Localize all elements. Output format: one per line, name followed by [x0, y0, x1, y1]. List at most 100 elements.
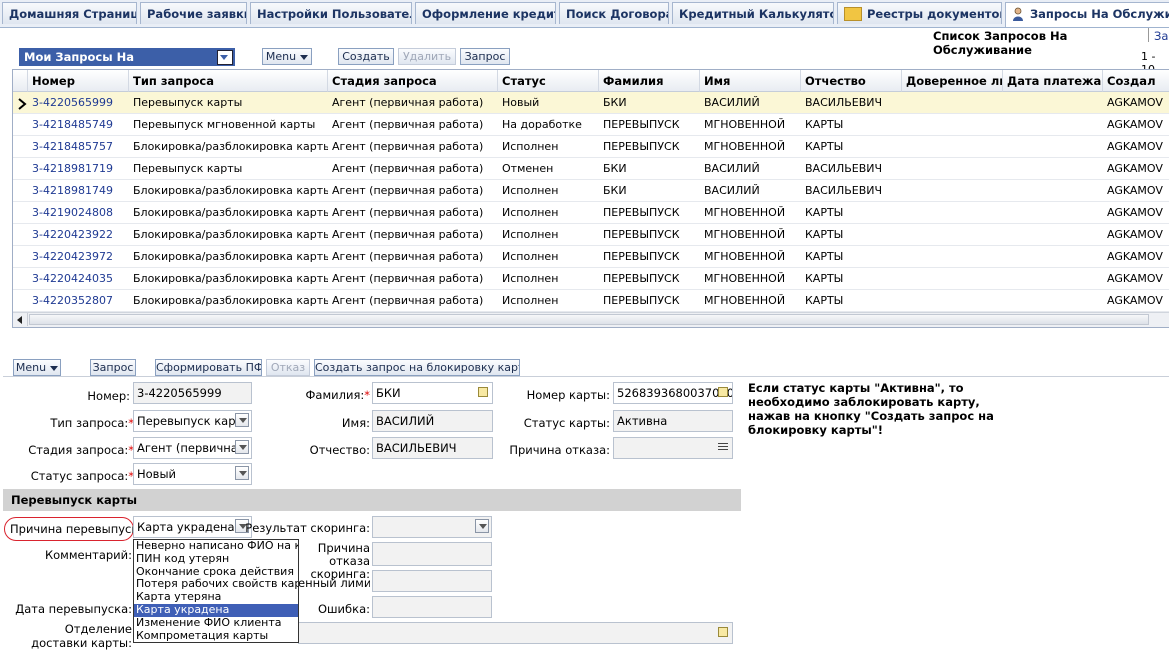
number-field[interactable]: 3-4220565999	[133, 382, 252, 404]
table-row[interactable]: 3-4219024808 Блокировка/разблокировка кар…	[13, 202, 1169, 224]
card-status-field[interactable]: Активна	[613, 410, 733, 432]
request-number-link[interactable]: 3-4220424035	[28, 268, 129, 289]
table-row[interactable]: 3-4220565999 Перевыпуск карты Агент (перви…	[13, 92, 1169, 114]
query-button[interactable]: Запрос	[460, 48, 510, 65]
delivery-branch-field[interactable]	[298, 622, 733, 644]
chevron-down-icon	[235, 466, 249, 480]
table-cell	[1003, 290, 1103, 311]
tab-label: Настройки Пользователя	[257, 7, 412, 21]
scoring-result-label: Результат скоринга:	[245, 521, 370, 535]
create-block-request-button[interactable]: Создать запрос на блокировку карты	[314, 359, 520, 376]
tab-credit-calculator[interactable]: Кредитный Калькулятор	[672, 2, 834, 24]
list-icon[interactable]	[718, 443, 728, 452]
request-number-link[interactable]: 3-4219024808	[28, 202, 129, 223]
instruction-note: Если статус карты "Активна", то необходи…	[748, 381, 994, 437]
card-number-field[interactable]: 5268393680037020	[613, 382, 733, 404]
tab-user-settings[interactable]: Настройки Пользователя	[250, 2, 412, 24]
reject-button[interactable]: Отказ	[266, 359, 310, 376]
table-cell	[902, 224, 1003, 245]
table-cell: AGKAMOV	[1107, 250, 1163, 263]
table-cell: Агент (первичная работа)	[332, 250, 484, 263]
request-number-link[interactable]: 3-4218485757	[28, 136, 129, 157]
table-cell: ПЕРЕВЫПУСК	[603, 272, 680, 285]
scoring-result-select[interactable]	[372, 516, 492, 538]
request-number-link[interactable]: 3-4220352807	[28, 290, 129, 311]
request-number-link[interactable]: 3-4218981719	[28, 158, 129, 179]
create-button[interactable]: Создать	[338, 48, 394, 65]
table-row[interactable]: 3-4218981719 Перевыпуск карты Агент (перви…	[13, 158, 1169, 180]
table-cell: Блокировка/разблокировка карты	[133, 272, 328, 285]
header-lastname[interactable]: Фамилия	[599, 70, 700, 92]
dropdown-option[interactable]: ПИН код утерян	[134, 553, 298, 566]
dropdown-option[interactable]: Карта утеряна	[134, 591, 298, 604]
header-number[interactable]: Номер	[28, 70, 129, 92]
dropdown-option[interactable]: Неверно написано ФИО на карте	[134, 540, 298, 553]
header-stage[interactable]: Стадия запроса	[328, 70, 498, 92]
view-select[interactable]: Мои Запросы На Обслуживание	[19, 48, 235, 66]
patronymic-field[interactable]: ВАСИЛЬЕВИЧ	[372, 437, 493, 459]
horizontal-scrollbar[interactable]	[13, 312, 1169, 327]
form-menu-button[interactable]: Menu	[13, 359, 61, 376]
request-number-link[interactable]: 3-4220565999	[28, 92, 129, 113]
header-trustee[interactable]: Доверенное лиц	[902, 70, 1003, 92]
tab-work-requests[interactable]: Рабочие заявки	[140, 2, 247, 24]
picker-icon[interactable]	[718, 387, 728, 397]
dropdown-option[interactable]: Окончание срока действия	[134, 566, 298, 579]
scroll-left-icon[interactable]	[13, 313, 28, 326]
status-label-text: Статус запроса:	[30, 469, 129, 483]
scoring-reject-field[interactable]	[372, 542, 492, 566]
dropdown-option[interactable]: Изменение ФИО клиента	[134, 617, 298, 630]
tab-service-requests[interactable]: Запросы На Обслуживание	[1005, 2, 1169, 27]
dropdown-option[interactable]: Компрометация карты	[134, 630, 298, 642]
table-row[interactable]: 3-4220352807 Блокировка/разблокировка кар…	[13, 290, 1169, 312]
tab-contract-search[interactable]: Поиск Договора	[559, 2, 669, 24]
table-row[interactable]: 3-4220423922 Блокировка/разблокировка кар…	[13, 224, 1169, 246]
tab-home[interactable]: Домашняя Страница	[2, 2, 137, 24]
tab-document-registers[interactable]: Реестры документов	[837, 2, 1002, 24]
menu-button[interactable]: Menu	[262, 48, 312, 65]
tab-credit[interactable]: Оформление кредита	[415, 2, 556, 24]
firstname-field[interactable]: ВАСИЛИЙ	[372, 410, 493, 432]
scroll-thumb[interactable]	[29, 314, 1149, 325]
picker-icon[interactable]	[718, 627, 728, 637]
type-select[interactable]: Перевыпуск карть	[133, 410, 252, 432]
table-cell: БКИ	[603, 184, 627, 197]
request-number-link[interactable]: 3-4220423972	[28, 246, 129, 267]
dropdown-option[interactable]: Потеря рабочих свойств карты	[134, 578, 298, 591]
request-number-link[interactable]: 3-4220423922	[28, 224, 129, 245]
request-number-link[interactable]: 3-4218485749	[28, 114, 129, 135]
delete-button[interactable]: Удалить	[398, 48, 456, 65]
generate-pf-button[interactable]: Сформировать ПФ	[155, 359, 262, 376]
reissue-reason-select[interactable]: Карта украдена	[133, 516, 252, 538]
table-row[interactable]: 3-4218485749 Перевыпуск мгновенной карты А…	[13, 114, 1169, 136]
header-created-by[interactable]: Создал	[1103, 70, 1169, 92]
number-label: Номер:	[87, 389, 130, 403]
header-type[interactable]: Тип запроса	[129, 70, 328, 92]
form-query-button[interactable]: Запрос	[90, 359, 136, 376]
reject-reason-field[interactable]	[613, 437, 733, 459]
top-right-link[interactable]: Запр	[1154, 29, 1169, 43]
header-firstname[interactable]: Имя	[700, 70, 801, 92]
table-cell: Исполнен	[502, 228, 559, 241]
table-cell: ПЕРЕВЫПУСК	[603, 228, 680, 241]
request-number-link[interactable]: 3-4218981749	[28, 180, 129, 201]
table-cell: ПЕРЕВЫПУСК	[603, 118, 680, 131]
table-row[interactable]: 3-4220424035 Блокировка/разблокировка кар…	[13, 268, 1169, 290]
header-status[interactable]: Статус	[498, 70, 599, 92]
header-payment-date[interactable]: Дата платежа	[1003, 70, 1103, 92]
table-cell: КАРТЫ	[805, 206, 844, 219]
error-field[interactable]	[372, 596, 492, 618]
table-cell: Агент (первичная работа)	[332, 140, 484, 153]
status-select[interactable]: Новый	[133, 463, 252, 485]
limit-field[interactable]	[372, 570, 492, 592]
lastname-field[interactable]: БКИ	[372, 382, 493, 404]
header-patronymic[interactable]: Отчество	[801, 70, 902, 92]
table-cell: Агент (первичная работа)	[332, 206, 484, 219]
type-label-text: Тип запроса:	[50, 416, 129, 430]
picker-icon[interactable]	[478, 387, 488, 397]
dropdown-option[interactable]: Карта украдена	[134, 603, 298, 617]
stage-select[interactable]: Агент (первичная	[133, 437, 252, 459]
table-row[interactable]: 3-4220423972 Блокировка/разблокировка кар…	[13, 246, 1169, 268]
table-row[interactable]: 3-4218485757 Блокировка/разблокировка кар…	[13, 136, 1169, 158]
table-row[interactable]: 3-4218981749 Блокировка/разблокировка кар…	[13, 180, 1169, 202]
